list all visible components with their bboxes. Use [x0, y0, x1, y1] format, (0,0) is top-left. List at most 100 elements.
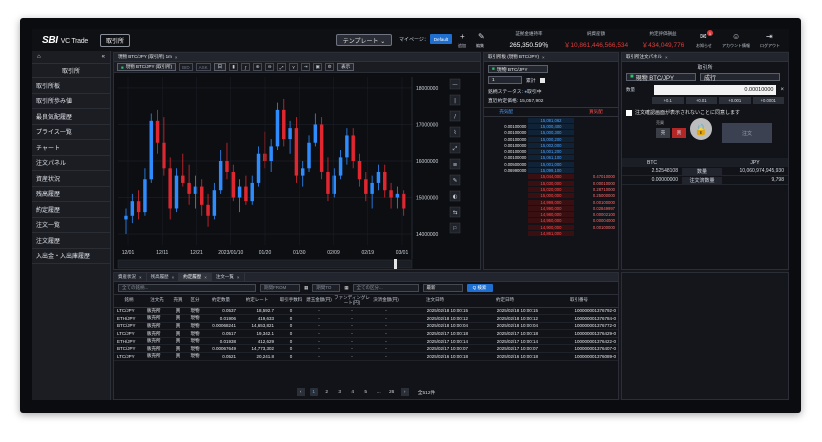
indicator-icon[interactable]: ƒ: [241, 63, 251, 71]
home-icon[interactable]: ⌂: [37, 54, 41, 60]
collapse-icon[interactable]: «: [102, 54, 105, 60]
template-dropdown[interactable]: テンプレート ⌄: [336, 34, 392, 46]
column-header[interactable]: 区分: [186, 295, 204, 308]
zoom-in-icon[interactable]: ⊕: [253, 63, 263, 71]
buy-button[interactable]: 買: [672, 128, 686, 138]
close-icon[interactable]: ×: [204, 275, 207, 280]
sidebar-item[interactable]: 最良気配履歴: [32, 109, 110, 125]
table-row[interactable]: LTC/JPY 販売所買現物 0.0521 20,241.8 0- - -2025/02/1…: [114, 352, 618, 361]
grouping-select[interactable]: 1: [488, 76, 522, 84]
table-row[interactable]: ETH/JPY 販売所買現物 0.01906 419,633 0- - -2025/02/1…: [114, 314, 618, 323]
sidebar-item[interactable]: 資産状況: [32, 171, 110, 187]
table-row[interactable]: LTC/JPY 販売所買現物 0.0537 18,592.7 0- - -2025/02/1…: [114, 307, 618, 316]
history-tab[interactable]: 残高履歴 ×: [147, 273, 180, 281]
page-number[interactable]: 5: [362, 388, 370, 396]
qty-input[interactable]: 0.00010000: [654, 85, 777, 95]
date-to-input[interactable]: 期間TO: [312, 284, 341, 292]
sort-select[interactable]: 最新: [422, 284, 463, 292]
table-row[interactable]: ETH/JPY 販売所買現物 0.01938 412,629 0- - -2025/02/1…: [114, 337, 618, 346]
close-icon[interactable]: ×: [172, 275, 175, 280]
orderbook-pair-select[interactable]: ■ 現物 BTC/JPY: [488, 65, 548, 73]
column-header[interactable]: 約定レート: [238, 295, 276, 308]
qty-step-button[interactable]: +0.1: [652, 97, 684, 104]
close-icon[interactable]: ×: [139, 275, 142, 280]
account-icon[interactable]: ☺: [732, 32, 740, 41]
bid-row[interactable]: 14,861,000: [484, 230, 618, 236]
page-number[interactable]: 26: [388, 388, 396, 396]
zoom-out-icon[interactable]: ⊖: [265, 63, 275, 71]
close-icon[interactable]: ×: [665, 55, 668, 60]
order-type-select[interactable]: 成行: [700, 73, 780, 82]
chart-pair-select[interactable]: ■ 現物 BTC/JPY (取引所): [117, 63, 177, 71]
interval-select[interactable]: 日: [213, 63, 227, 71]
pair-filter[interactable]: 全ての銘柄...: [118, 284, 256, 292]
default-layout-button[interactable]: Default: [430, 34, 452, 44]
history-tab[interactable]: 資産状況 ×: [114, 273, 147, 281]
sidebar-item[interactable]: プライス一覧: [32, 125, 110, 140]
sell-button[interactable]: 売: [656, 128, 670, 138]
submit-order-button[interactable]: 注文: [722, 123, 772, 143]
search-button[interactable]: Q 検索: [466, 284, 493, 292]
table-row[interactable]: BTC/JPY 販売所買現物 0.00068241 14,653,821 0- - -202…: [114, 322, 618, 331]
logout-icon[interactable]: ⇥: [766, 32, 773, 41]
display-select[interactable]: 表示: [337, 63, 355, 71]
qty-step-button[interactable]: +0.01: [685, 97, 717, 104]
calendar-icon[interactable]: ▦: [344, 285, 348, 291]
sidebar-item[interactable]: 注文一覧: [32, 218, 110, 233]
candle-type-icon[interactable]: ▮: [229, 63, 239, 71]
calendar-icon[interactable]: ▦: [304, 285, 308, 291]
kind-filter[interactable]: 全ての区分...: [352, 284, 419, 292]
settings-icon[interactable]: ⚙: [325, 63, 335, 71]
orderbook-tab[interactable]: 取引所板 (現物 BTC/JPY) ×: [484, 53, 618, 62]
sidebar-item[interactable]: 残高履歴: [32, 187, 110, 202]
sidebar-item[interactable]: 入出金・入出庫履歴: [32, 249, 110, 264]
column-header[interactable]: 建玉金額(円): [306, 295, 332, 308]
qty-step-button[interactable]: +0.0001: [752, 97, 784, 104]
column-header[interactable]: 約定日時: [470, 295, 540, 308]
column-header[interactable]: 約定数量: [204, 295, 238, 308]
page-number[interactable]: ...: [375, 388, 383, 396]
agree-checkbox[interactable]: [626, 109, 632, 116]
notification-icon[interactable]: ✉: [700, 32, 707, 41]
column-header[interactable]: 銘柄: [114, 295, 144, 308]
edit-icon[interactable]: ✎: [478, 32, 485, 41]
order-pair-select[interactable]: ■ 現物 BTC/JPY: [626, 73, 696, 82]
sidebar-item[interactable]: 約定履歴: [32, 202, 110, 218]
close-icon[interactable]: ×: [237, 275, 240, 280]
history-tab[interactable]: 約定履歴 ×: [179, 273, 212, 281]
ask-toggle[interactable]: ASK: [195, 63, 211, 71]
column-header[interactable]: 決済金額(円): [372, 295, 400, 308]
scale-icon[interactable]: Y: [289, 63, 299, 71]
column-header[interactable]: 取引番号: [540, 295, 618, 308]
page-number[interactable]: 3: [336, 388, 344, 396]
order-tab[interactable]: 取引所注文パネル ×: [622, 53, 788, 62]
date-from-input[interactable]: 期間FROM: [260, 284, 300, 292]
sidebar-item[interactable]: 取引所板: [32, 78, 110, 94]
next-page-icon[interactable]: ›: [400, 388, 409, 396]
add-icon[interactable]: +: [460, 32, 465, 41]
column-header[interactable]: ファンディングレート(円): [332, 295, 372, 308]
save-image-icon[interactable]: ▣: [313, 63, 323, 71]
column-header[interactable]: 注文日時: [400, 295, 470, 308]
history-tab[interactable]: 注文一覧 ×: [212, 273, 245, 281]
page-number[interactable]: 1: [309, 388, 318, 396]
chart-tab[interactable]: 現物 BTC/JPY (取引所) 1m ×: [114, 53, 480, 62]
prev-page-icon[interactable]: ‹: [296, 388, 305, 396]
column-header[interactable]: 注文先: [144, 295, 170, 308]
close-icon[interactable]: ×: [175, 55, 178, 60]
table-row[interactable]: BTC/JPY 販売所買現物 0.00067649 14,773,302 0- - -202…: [114, 344, 618, 354]
column-header[interactable]: 取引手数料: [276, 295, 306, 308]
page-number[interactable]: 2: [323, 388, 331, 396]
close-icon[interactable]: ×: [542, 55, 545, 60]
sidebar-item[interactable]: 取引所歩み値: [32, 94, 110, 109]
candlestick-chart[interactable]: 18000000 17000000 16000000 15000000 14000000…: [114, 73, 480, 269]
fit-icon[interactable]: ⤢: [277, 63, 287, 71]
column-header[interactable]: 売買: [170, 295, 186, 308]
sidebar-item[interactable]: チャート: [32, 140, 110, 156]
jump-end-icon[interactable]: ⇥: [301, 63, 311, 71]
cumulative-checkbox[interactable]: [539, 77, 545, 83]
table-row[interactable]: LTC/JPY 販売所買現物 0.0517 19,342.1 0- - -2025/02/1…: [114, 329, 618, 338]
qty-step-button[interactable]: +0.001: [719, 97, 751, 104]
sidebar-item[interactable]: 注文パネル: [32, 156, 110, 171]
mode-pill[interactable]: 取引所: [99, 33, 130, 47]
